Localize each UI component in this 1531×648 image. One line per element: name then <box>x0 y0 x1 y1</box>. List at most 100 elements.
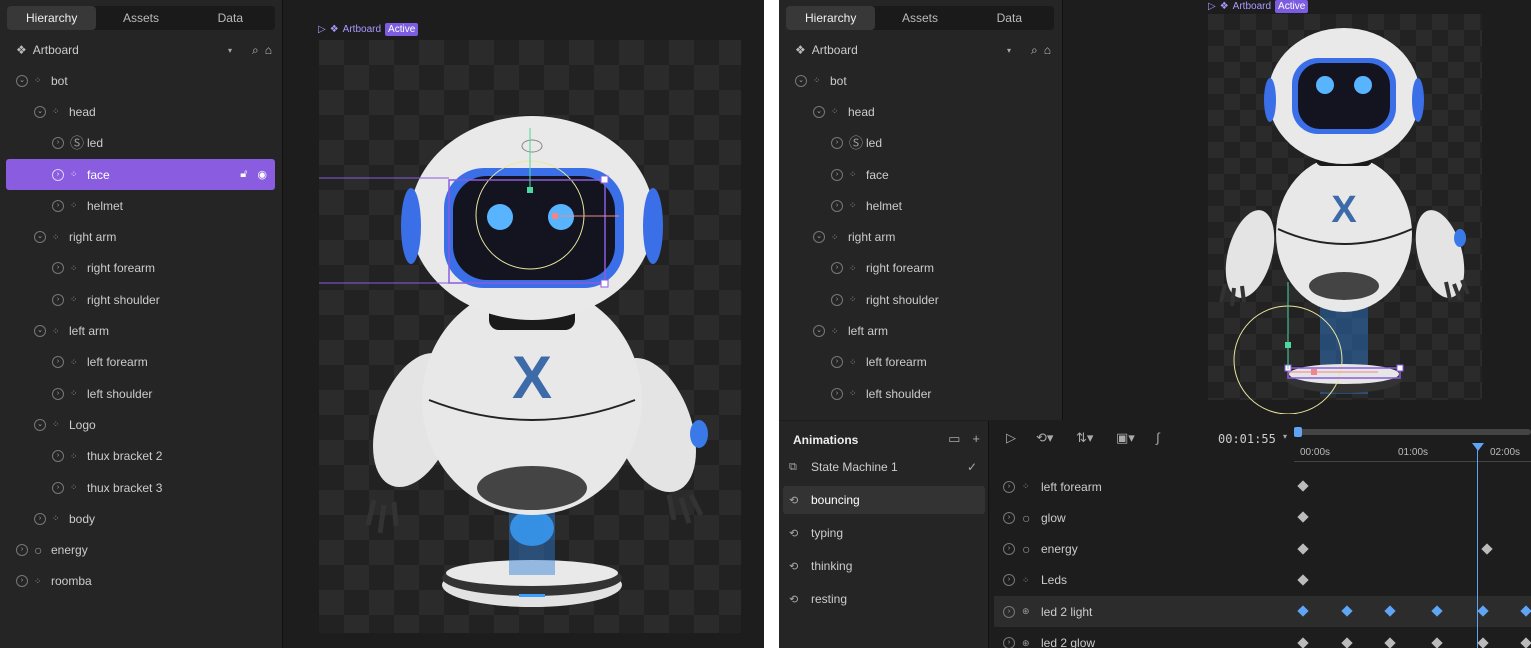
artboard-selector[interactable]: ❖ Artboard ▾ ⌕ ⌂ <box>795 40 1051 60</box>
keyframe[interactable] <box>1520 636 1531 648</box>
chevron-right-icon[interactable]: › <box>831 137 843 150</box>
stage-canvas[interactable]: ▷ ❖ Artboard Active X <box>284 0 764 648</box>
keyframe[interactable] <box>1341 605 1353 617</box>
animation-item[interactable]: ⟲ resting <box>783 585 985 613</box>
chevron-right-icon[interactable]: › <box>34 512 46 525</box>
animation-item[interactable]: ⟲ thinking <box>783 552 985 580</box>
chevron-right-icon[interactable]: › <box>16 544 28 557</box>
chevron-down-icon[interactable]: ⌄ <box>813 231 825 244</box>
scroll-range-bar[interactable] <box>1294 429 1531 435</box>
chevron-right-icon[interactable]: › <box>16 575 28 588</box>
timeline-row[interactable]: › ⁘ Leds <box>998 565 1290 596</box>
timeline-ruler[interactable]: 00:00s 01:00s 02:00s <box>1294 421 1531 463</box>
tree-row-helmet[interactable]: › ⁘ helmet <box>6 190 275 221</box>
timeline-row[interactable]: › ○ energy <box>998 534 1290 565</box>
playhead-handle[interactable] <box>1472 443 1484 451</box>
tree-row-right-arm[interactable]: ⌄ ⁘ right arm <box>785 221 1054 252</box>
chevron-right-icon[interactable]: › <box>1003 637 1015 648</box>
tree-row-led[interactable]: › Ⓢled <box>6 128 275 159</box>
tab-data[interactable]: Data <box>965 6 1054 30</box>
animation-item[interactable]: ⧉ State Machine 1 ✓ <box>783 453 985 481</box>
timeline-row[interactable]: › ○ glow <box>998 502 1290 533</box>
chevron-right-icon[interactable]: › <box>831 168 843 181</box>
chevron-right-icon[interactable]: › <box>831 356 843 369</box>
timeline-row[interactable]: › ⁘ left forearm <box>998 471 1290 502</box>
keyframe-track[interactable] <box>1294 534 1531 565</box>
chevron-down-icon[interactable]: ⌄ <box>813 105 825 118</box>
tag-icon[interactable]: ⌂ <box>265 43 272 57</box>
keyframe-track[interactable] <box>1294 596 1531 627</box>
chevron-down-icon[interactable]: ▾ <box>1007 46 1011 55</box>
tree-row-logo[interactable]: ⌄ ⁘ Logo <box>6 409 275 440</box>
tree-row-roomba[interactable]: › ⁘ roomba <box>6 566 275 597</box>
keyframe-track[interactable] <box>1294 471 1531 502</box>
tree-row-body[interactable]: › ⁘ body <box>6 503 275 534</box>
tree-row-right-forearm[interactable]: › ⁘ right forearm <box>785 253 1054 284</box>
keyframe[interactable] <box>1341 636 1353 648</box>
add-icon[interactable]: + <box>972 431 980 447</box>
keyframe[interactable] <box>1297 574 1309 586</box>
tree-row-left-shoulder[interactable]: › ⁘ left shoulder <box>785 378 1054 409</box>
tree-row-thux-bracket-2[interactable]: › ⁘ thux bracket 2 <box>6 441 275 472</box>
chevron-down-icon[interactable]: ⌄ <box>34 325 46 338</box>
artboard-selector[interactable]: ❖ Artboard ▾ ⌕ ⌂ <box>16 40 272 60</box>
range-handle[interactable] <box>1294 427 1302 437</box>
chevron-right-icon[interactable]: › <box>1003 543 1015 556</box>
keyframe[interactable] <box>1297 542 1309 555</box>
current-time[interactable]: 00:01:55 <box>1218 432 1276 446</box>
play-button-icon[interactable]: ▷ <box>1006 430 1016 446</box>
tree-row-head[interactable]: ⌄ ⁘ head <box>785 96 1054 127</box>
keyframe[interactable] <box>1520 605 1531 617</box>
artboard-title[interactable]: ▷ ❖ Artboard Active <box>318 23 419 36</box>
keyframe[interactable] <box>1297 511 1309 523</box>
chevron-down-icon[interactable]: ▾ <box>228 46 232 55</box>
search-icon[interactable]: ⌕ <box>252 43 259 58</box>
tree-row-left-forearm[interactable]: › ⁘ left forearm <box>785 347 1054 378</box>
animation-item[interactable]: ⟲ typing <box>783 519 985 547</box>
artboard-title[interactable]: ▷ ❖ Artboard Active <box>1208 0 1309 13</box>
chevron-down-icon[interactable]: ⌄ <box>795 74 807 87</box>
chevron-right-icon[interactable]: › <box>52 262 64 275</box>
tree-row-left-arm[interactable]: ⌄ ⁘ left arm <box>785 315 1054 346</box>
chevron-right-icon[interactable]: › <box>52 293 64 306</box>
chevron-down-icon[interactable]: ⌄ <box>34 105 46 118</box>
chevron-down-icon[interactable]: ⌄ <box>34 231 46 244</box>
keyframe-track[interactable] <box>1294 565 1531 596</box>
chevron-right-icon[interactable]: › <box>52 356 64 369</box>
chevron-right-icon[interactable]: › <box>831 387 843 400</box>
tree-row-left-shoulder[interactable]: › ⁘ left shoulder <box>6 378 275 409</box>
keyframe-track[interactable] <box>1294 502 1531 533</box>
keyframe[interactable] <box>1297 480 1309 492</box>
chevron-right-icon[interactable]: › <box>52 387 64 400</box>
stage-canvas[interactable]: ▷ ❖ Artboard Active X <box>1064 0 1531 420</box>
keyframe[interactable] <box>1297 605 1309 617</box>
folder-icon[interactable]: ▭ <box>948 431 960 447</box>
chevron-right-icon[interactable]: › <box>831 199 843 212</box>
animation-item[interactable]: ⟲ bouncing <box>783 486 985 514</box>
keyframe[interactable] <box>1384 636 1396 648</box>
tree-row-led[interactable]: › Ⓢled <box>785 128 1054 159</box>
chevron-right-icon[interactable]: › <box>1003 511 1015 524</box>
tab-assets[interactable]: Assets <box>96 6 185 30</box>
timeline-row[interactable]: › ⊕ led 2 light <box>998 596 1290 627</box>
tree-row-left-forearm[interactable]: › ⁘ left forearm <box>6 347 275 378</box>
tree-row-thux-bracket-3[interactable]: › ⁘ thux bracket 3 <box>6 472 275 503</box>
snap-icon[interactable]: ⇅▾ <box>1076 430 1093 446</box>
keyframe[interactable] <box>1477 605 1489 617</box>
keyframe[interactable] <box>1297 636 1309 648</box>
chevron-right-icon[interactable]: › <box>52 481 64 494</box>
chevron-right-icon[interactable]: › <box>52 450 64 463</box>
chevron-right-icon[interactable]: › <box>1003 605 1015 618</box>
tree-row-right-shoulder[interactable]: › ⁘ right shoulder <box>785 284 1054 315</box>
tree-row-face[interactable]: › ⁘ face 🔓︎ ◉ <box>6 158 275 191</box>
lock-icon[interactable]: 🔓︎ <box>240 168 247 181</box>
tree-row-right-arm[interactable]: ⌄ ⁘ right arm <box>6 221 275 252</box>
keyframe[interactable] <box>1481 542 1493 555</box>
tag-icon[interactable]: ⌂ <box>1044 43 1051 57</box>
tree-row-energy[interactable]: › ○ energy <box>6 534 275 565</box>
tree-row-left-arm[interactable]: ⌄ ⁘ left arm <box>6 315 275 346</box>
chevron-right-icon[interactable]: › <box>1003 574 1015 587</box>
chevron-right-icon[interactable]: › <box>1003 480 1015 493</box>
chevron-down-icon[interactable]: ⌄ <box>34 418 46 431</box>
tree-row-bot[interactable]: ⌄ ⁘ bot <box>6 65 275 96</box>
